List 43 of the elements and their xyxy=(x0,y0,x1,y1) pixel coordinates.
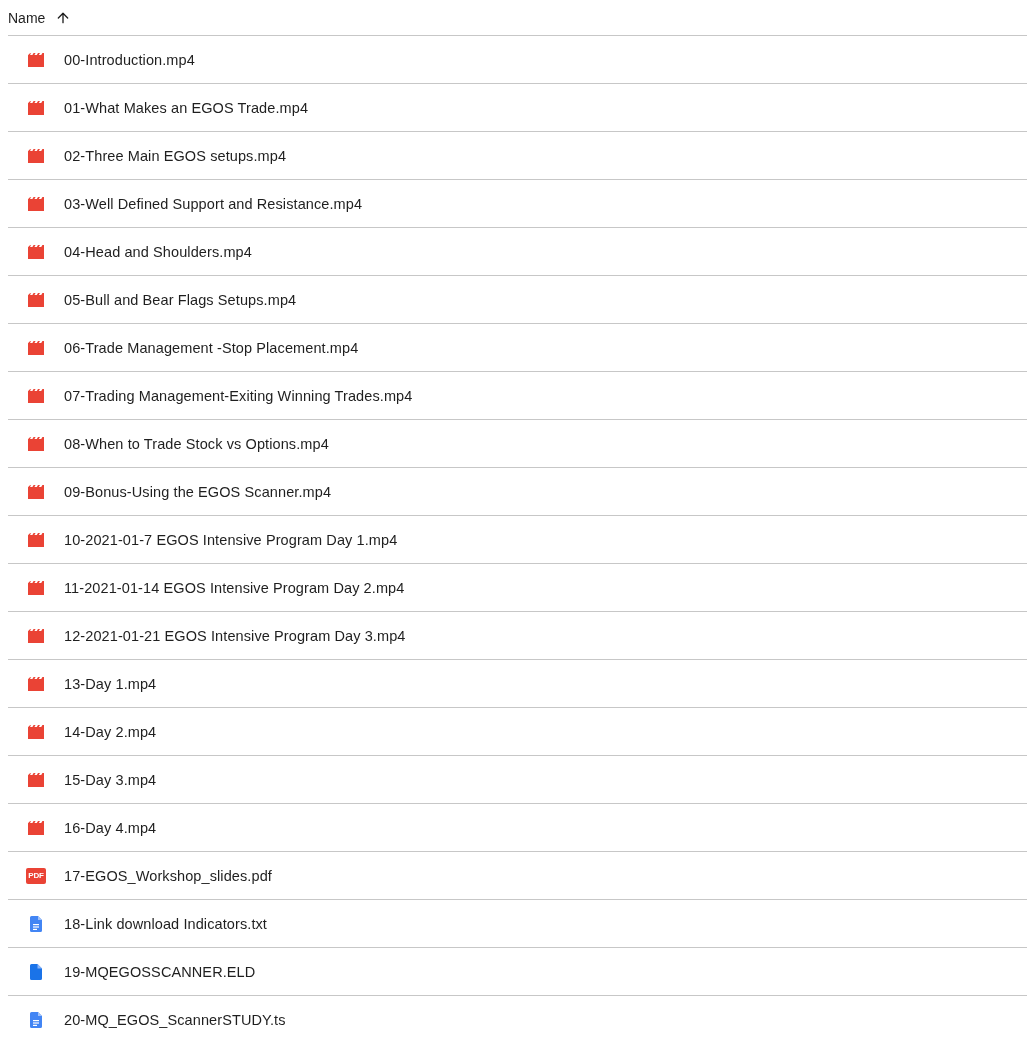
file-name[interactable]: 11-2021-01-14 EGOS Intensive Program Day 2.mp4 xyxy=(64,579,405,596)
film-clapper-icon xyxy=(28,579,44,596)
file-name[interactable]: 17-EGOS_Workshop_slides.pdf xyxy=(64,867,272,884)
file-name[interactable]: 13-Day 1.mp4 xyxy=(64,675,157,692)
film-clapper-icon xyxy=(28,771,44,788)
film-clapper-icon xyxy=(28,51,44,68)
film-clapper-icon xyxy=(28,291,44,308)
document-icon xyxy=(30,915,42,932)
file-name[interactable]: 06-Trade Management -Stop Placement.mp4 xyxy=(64,339,359,356)
film-clapper-icon xyxy=(28,99,44,116)
file-name[interactable]: 12-2021-01-21 EGOS Intensive Program Day 3.mp4 xyxy=(64,627,406,644)
file-name[interactable]: 19-MQEGOSSCANNER.ELD xyxy=(64,963,256,980)
file-name[interactable]: 18-Link download Indicators.txt xyxy=(64,915,267,932)
film-clapper-icon xyxy=(28,627,44,644)
file-name[interactable]: 15-Day 3.mp4 xyxy=(64,771,157,788)
file-name[interactable]: 10-2021-01-7 EGOS Intensive Program Day 1.mp4 xyxy=(64,531,398,548)
file-name[interactable]: 01-What Makes an EGOS Trade.mp4 xyxy=(64,99,309,116)
file-name[interactable]: 16-Day 4.mp4 xyxy=(64,819,157,836)
document-icon xyxy=(30,1011,42,1028)
name-column-header[interactable]: Name xyxy=(8,9,46,26)
film-clapper-icon xyxy=(28,387,44,404)
file-name[interactable]: 14-Day 2.mp4 xyxy=(64,723,157,740)
film-clapper-icon xyxy=(28,483,44,500)
file-name[interactable]: 05-Bull and Bear Flags Setups.mp4 xyxy=(64,291,297,308)
film-clapper-icon xyxy=(28,243,44,260)
file-name[interactable]: 02-Three Main EGOS setups.mp4 xyxy=(64,147,287,164)
file-name[interactable]: 08-When to Trade Stock vs Options.mp4 xyxy=(64,435,329,452)
film-clapper-icon xyxy=(28,195,44,212)
film-clapper-icon xyxy=(28,435,44,452)
pdf-icon: PDF xyxy=(26,867,46,884)
file-name[interactable]: 00-Introduction.mp4 xyxy=(64,51,195,68)
film-clapper-icon xyxy=(28,675,44,692)
film-clapper-icon xyxy=(28,723,44,740)
file-name[interactable]: 20-MQ_EGOS_ScannerSTUDY.ts xyxy=(64,1011,286,1028)
file-name[interactable]: 09-Bonus-Using the EGOS Scanner.mp4 xyxy=(64,483,332,500)
film-clapper-icon xyxy=(28,819,44,836)
film-clapper-icon xyxy=(28,339,44,356)
file-icon xyxy=(30,963,42,980)
file-name[interactable]: 03-Well Defined Support and Resistance.mp4 xyxy=(64,195,363,212)
file-name[interactable]: 07-Trading Management-Exiting Winning Trades.mp4 xyxy=(64,387,413,404)
file-name[interactable]: 04-Head and Shoulders.mp4 xyxy=(64,243,252,260)
film-clapper-icon xyxy=(28,147,44,164)
film-clapper-icon xyxy=(28,531,44,548)
